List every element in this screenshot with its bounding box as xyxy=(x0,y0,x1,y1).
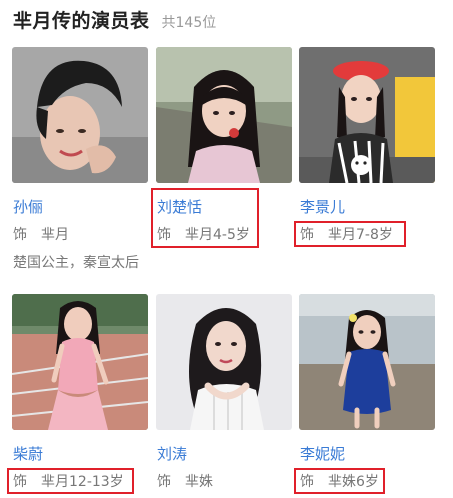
page-header: 芈月传的演员表 共145位 xyxy=(13,6,216,32)
role-prefix: 饰 xyxy=(157,227,171,243)
actor-name[interactable]: 李妮妮 xyxy=(300,443,345,464)
role-prefix: 饰 xyxy=(300,474,314,490)
actor-role: 饰芈月4-5岁 xyxy=(157,224,250,244)
actor-card[interactable]: 刘楚恬 饰芈月4-5岁 xyxy=(156,47,292,247)
actor-name[interactable]: 刘涛 xyxy=(157,443,187,464)
actor-count: 共145位 xyxy=(161,15,217,31)
actor-name[interactable]: 刘楚恬 xyxy=(157,196,202,217)
role-name: 芈月7-8岁 xyxy=(328,227,393,243)
actor-card[interactable]: 柴蔚 饰芈月12-13岁 xyxy=(12,294,148,494)
role-prefix: 饰 xyxy=(300,227,314,243)
actor-photo[interactable] xyxy=(299,47,435,183)
role-name: 芈月4-5岁 xyxy=(185,227,250,243)
actor-photo[interactable] xyxy=(12,47,148,183)
actor-role-description: 楚国公主，秦宣太后 xyxy=(13,255,139,271)
actor-name[interactable]: 孙俪 xyxy=(13,196,43,217)
role-prefix: 饰 xyxy=(157,474,171,490)
role-name: 芈姝 xyxy=(185,474,213,490)
actor-card[interactable]: 李景儿 饰芈月7-8岁 xyxy=(299,47,435,247)
actor-name[interactable]: 李景儿 xyxy=(300,196,345,217)
role-prefix: 饰 xyxy=(13,227,27,243)
role-name: 芈姝6岁 xyxy=(328,474,379,490)
actor-photo[interactable] xyxy=(299,294,435,430)
role-name: 芈月12-13岁 xyxy=(41,474,124,490)
role-name: 芈月 xyxy=(41,227,69,243)
actor-role: 饰芈月7-8岁 xyxy=(300,224,393,244)
actor-role: 饰芈姝6岁 xyxy=(300,471,379,491)
actor-card[interactable]: 刘涛 饰芈姝 xyxy=(156,294,292,494)
role-prefix: 饰 xyxy=(13,474,27,490)
actor-card[interactable]: 李妮妮 饰芈姝6岁 xyxy=(299,294,435,494)
actor-card[interactable]: 孙俪 饰芈月 楚国公主，秦宣太后 xyxy=(12,47,148,277)
actor-role: 饰芈姝 xyxy=(157,471,213,491)
actor-role: 饰芈月12-13岁 xyxy=(13,471,124,491)
actor-photo[interactable] xyxy=(156,294,292,430)
page-title: 芈月传的演员表 xyxy=(13,10,150,32)
actor-role: 饰芈月 xyxy=(13,224,69,244)
actor-photo[interactable] xyxy=(156,47,292,183)
actor-name[interactable]: 柴蔚 xyxy=(13,443,43,464)
actor-photo[interactable] xyxy=(12,294,148,430)
